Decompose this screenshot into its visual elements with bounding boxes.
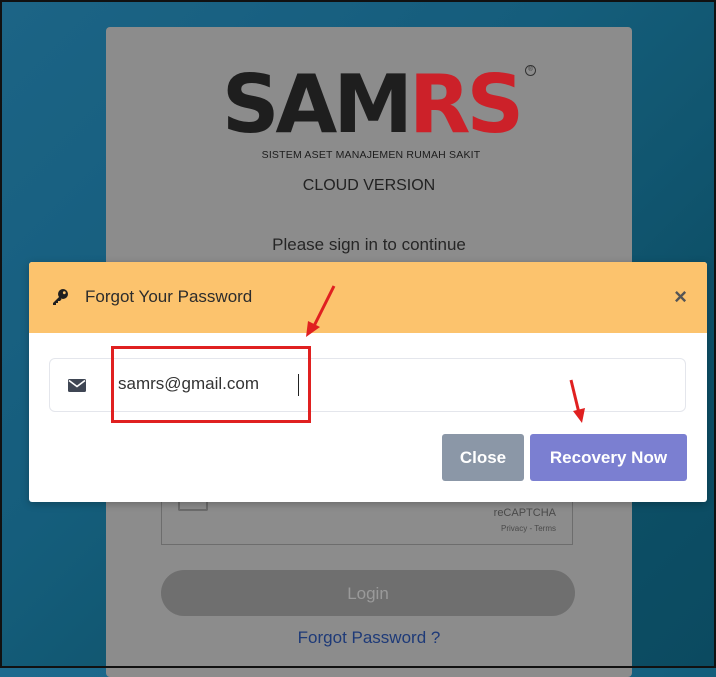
modal-title: Forgot Your Password xyxy=(85,287,253,306)
signin-hint: Please sign in to continue xyxy=(272,235,466,254)
logo-rs-text: RS xyxy=(408,58,524,151)
forgot-password-link[interactable]: Forgot Password ? xyxy=(106,628,632,648)
samrs-logo: SAMRS ® SISTEM ASET MANAJEMEN RUMAH SAKI… xyxy=(206,63,536,173)
close-button[interactable]: Close xyxy=(442,434,524,481)
recaptcha-links[interactable]: Privacy - Terms xyxy=(501,524,556,533)
recaptcha-label: reCAPTCHA xyxy=(493,507,556,519)
envelope-icon xyxy=(68,379,86,392)
key-icon xyxy=(51,288,69,306)
cloud-version-label: CLOUD VERSION xyxy=(302,177,436,194)
login-button[interactable]: Login xyxy=(161,570,575,616)
registered-mark: ® xyxy=(525,65,536,76)
annotation-arrow-recovery xyxy=(569,379,585,423)
annotation-arrow-email xyxy=(306,285,336,337)
close-icon[interactable]: × xyxy=(674,284,687,310)
modal-header: Forgot Your Password × xyxy=(29,262,707,333)
logo-tagline: SISTEM ASET MANAJEMEN RUMAH SAKIT xyxy=(261,149,481,161)
recovery-now-button[interactable]: Recovery Now xyxy=(530,434,687,481)
annotation-highlight-box xyxy=(111,346,311,423)
logo-sam-text: SAM xyxy=(221,58,413,151)
